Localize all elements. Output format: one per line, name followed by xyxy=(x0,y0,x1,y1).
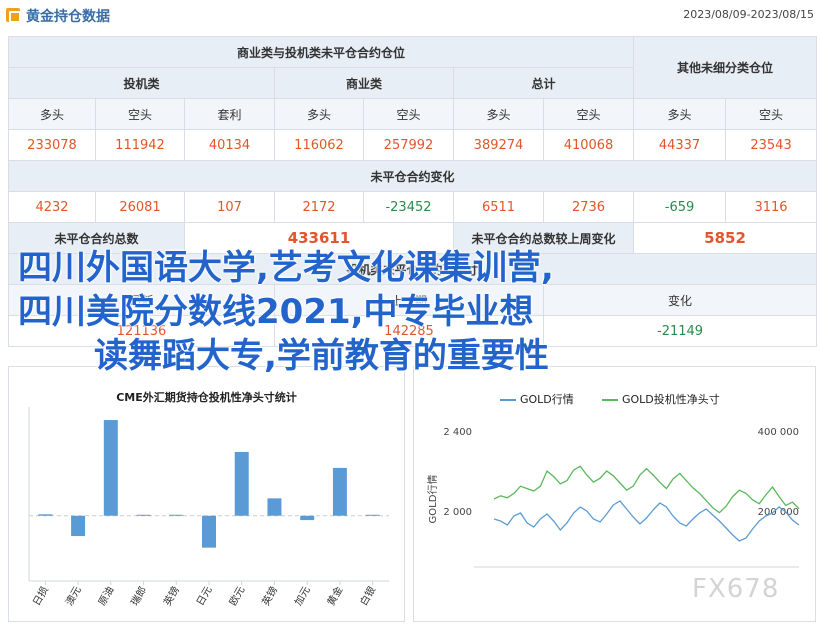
series-line-gold-price xyxy=(493,500,800,542)
x-tick-label: 原油 xyxy=(95,584,116,608)
change-cell: -23452 xyxy=(363,191,454,223)
net-position-header: 投机类未平仓合约净头寸 xyxy=(7,253,818,285)
y-tick-label-right: 400 000 xyxy=(758,427,799,438)
series-line-gold-net xyxy=(493,465,800,514)
change-cell: -659 xyxy=(633,191,727,223)
table-row: 233078 111942 40134 116062 257992 389274… xyxy=(8,129,818,161)
bar xyxy=(38,514,53,516)
bar xyxy=(202,515,216,548)
position-cell: 111942 xyxy=(95,129,185,161)
bar-chart: 日损 澳元 原油 瑞郎 英镑 日元 欧元 英镑 加元 黄金 白银 xyxy=(28,407,389,608)
net-prev-label: 上一期 xyxy=(274,284,544,316)
bar xyxy=(267,498,282,516)
position-cell: 23543 xyxy=(725,129,818,161)
change-cell: 2736 xyxy=(542,191,635,223)
x-tick-label: 日元 xyxy=(195,585,215,608)
x-tick-label: 日损 xyxy=(30,584,51,608)
net-change-label: 变化 xyxy=(542,284,818,316)
bar xyxy=(300,515,315,521)
bar xyxy=(136,514,151,516)
table-row: 4232 26081 107 2172 -23452 6511 2736 -65… xyxy=(8,191,818,223)
table-row: 121136 142285 -21149 xyxy=(8,315,818,347)
change-cell: 4232 xyxy=(8,191,96,223)
x-tick-label: 欧元 xyxy=(227,585,247,608)
col-arb: 套利 xyxy=(184,98,275,130)
position-cell: 116062 xyxy=(274,129,364,161)
x-tick-label: 加元 xyxy=(292,585,312,608)
x-tick-label: 澳元 xyxy=(62,584,83,608)
net-prev-value: 142285 xyxy=(274,315,544,347)
x-tick-label: 黄金 xyxy=(324,584,345,608)
bar xyxy=(71,515,86,537)
col-short: 空头 xyxy=(725,98,818,130)
total-value: 433611 xyxy=(184,222,454,254)
position-cell: 410068 xyxy=(542,129,635,161)
change-header: 未平仓合约变化 xyxy=(7,160,818,192)
net-latest-label: 最新 xyxy=(8,284,275,316)
table-row: 未平仓合约总数 433611 未平仓合约总数较上周变化 5852 xyxy=(8,222,818,254)
subheader-commercial: 商业类 xyxy=(274,67,454,99)
position-cell: 389274 xyxy=(453,129,544,161)
bar xyxy=(365,514,380,516)
bar xyxy=(234,451,249,516)
x-tick-label: 白银 xyxy=(357,584,378,608)
col-short: 空头 xyxy=(363,98,454,130)
table-row: 最新 上一期 变化 xyxy=(8,284,818,316)
change-cell: 6511 xyxy=(453,191,544,223)
bar xyxy=(103,420,118,516)
subheader-total: 总计 xyxy=(452,67,635,99)
net-change-value: -21149 xyxy=(542,315,818,347)
position-cell: 233078 xyxy=(8,129,96,161)
col-short: 空头 xyxy=(542,98,635,130)
change-cell: 26081 xyxy=(95,191,185,223)
chart-logo-icon xyxy=(6,8,21,23)
col-long: 多头 xyxy=(8,98,96,130)
header: 黄金持仓数据 2023/08/09-2023/08/15 xyxy=(0,0,820,32)
position-cell: 44337 xyxy=(633,129,727,161)
change-cell: 2172 xyxy=(274,191,364,223)
bar-chart-panel: CME外汇期货持仓投机性净头寸统计 日损 澳元 原油 瑞郎 英镑 日元 欧元 英镑 加元 黄金 白银 xyxy=(8,366,405,622)
net-latest-value: 121136 xyxy=(8,315,275,347)
bar xyxy=(169,514,184,516)
total-change-value: 5852 xyxy=(633,222,818,254)
col-long: 多头 xyxy=(274,98,364,130)
change-cell: 3116 xyxy=(725,191,818,223)
total-label: 未平仓合约总数 xyxy=(8,222,185,254)
y-axis-label: GOLD行情 xyxy=(426,475,439,524)
group-header-commercial-investor: 商业类与投机类未平仓合约仓位 xyxy=(7,36,635,68)
date-range: 2023/08/09-2023/08/15 xyxy=(683,8,814,21)
subheader-investor: 投机类 xyxy=(8,67,275,99)
group-header-other: 其他未细分类仓位 xyxy=(633,36,818,99)
position-cell: 257992 xyxy=(363,129,454,161)
col-short: 空头 xyxy=(95,98,185,130)
x-tick-label: 瑞郎 xyxy=(128,584,149,608)
bar xyxy=(332,467,347,516)
x-tick-label: 英镑 xyxy=(161,584,182,608)
y-tick-label-left: 2 000 xyxy=(443,507,472,518)
change-cell: 107 xyxy=(184,191,275,223)
watermark-logo: FX678 xyxy=(692,574,780,604)
y-tick-label-right: 200 000 xyxy=(758,507,799,518)
y-tick-label-left: 2 400 xyxy=(443,427,472,438)
col-long: 多头 xyxy=(633,98,727,130)
col-long: 多头 xyxy=(453,98,544,130)
x-tick-label: 英镑 xyxy=(259,584,280,608)
total-change-label: 未平仓合约总数较上周变化 xyxy=(452,222,635,254)
page-title: 黄金持仓数据 xyxy=(26,9,110,25)
position-cell: 40134 xyxy=(184,129,275,161)
positions-table: 商业类与投机类未平仓合约仓位 其他未细分类仓位 投机类 商业类 总计 多头 空头… xyxy=(7,36,818,347)
